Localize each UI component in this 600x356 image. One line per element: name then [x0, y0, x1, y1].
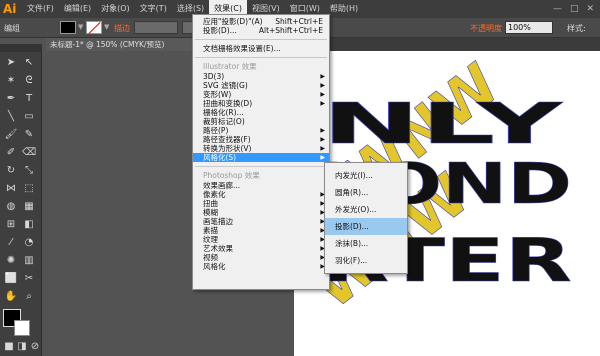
chevron-right-icon: ▶: [320, 136, 325, 143]
stylize-item[interactable]: 内发光(I)...: [325, 167, 407, 184]
photoshop-effect-item[interactable]: 视频 ▶: [193, 253, 329, 262]
chevron-right-icon: ▶: [320, 100, 325, 107]
selection-type-label: 编组: [4, 24, 20, 33]
chevron-right-icon: ▶: [320, 145, 325, 152]
photoshop-effect-item[interactable]: 效果画廊...: [193, 181, 329, 190]
photoshop-effect-item[interactable]: 风格化 ▶: [193, 262, 329, 271]
width-tool-icon[interactable]: ⋈: [4, 182, 18, 196]
slice-tool-icon[interactable]: ✂: [22, 272, 36, 286]
chevron-down-icon[interactable]: ▼: [104, 23, 109, 31]
line-tool-icon[interactable]: ╲: [4, 110, 18, 124]
photoshop-effect-item[interactable]: 素描 ▶: [193, 226, 329, 235]
color-mode-icon[interactable]: ■: [2, 340, 16, 354]
illustrator-logo: Ai: [3, 2, 17, 16]
photoshop-effect-item[interactable]: 像素化 ▶: [193, 190, 329, 199]
illustrator-effects-header: Illustrator 效果: [203, 62, 257, 71]
illustrator-effect-item[interactable]: 裁剪标记(O): [193, 117, 329, 126]
gradient-tool-icon[interactable]: ◧: [22, 218, 36, 232]
lasso-tool-icon[interactable]: ᘓ: [22, 74, 36, 88]
graph-tool-icon[interactable]: ▥: [22, 254, 36, 268]
chevron-right-icon: ▶: [320, 91, 325, 98]
fill-color-swatch[interactable]: [60, 21, 76, 34]
illustrator-effect-item[interactable]: 栅格化(R)...: [193, 108, 329, 117]
raster-settings-item[interactable]: 文档栅格效果设置(E)...: [193, 44, 329, 53]
text-line-1[interactable]: NLY: [322, 92, 566, 158]
selection-tool-icon[interactable]: ➤: [4, 56, 18, 70]
blob-brush-tool-icon[interactable]: ✐: [4, 146, 18, 160]
photoshop-effect-item[interactable]: 纹理 ▶: [193, 235, 329, 244]
illustrator-effect-item[interactable]: 扭曲和变换(D) ▶: [193, 99, 329, 108]
illustrator-effect-item[interactable]: 路径查找器(F) ▶: [193, 135, 329, 144]
magic-wand-tool-icon[interactable]: ✶: [4, 74, 18, 88]
artboard-tool-icon[interactable]: ⬜: [4, 272, 18, 286]
free-transform-tool-icon[interactable]: ⬚: [22, 182, 36, 196]
hand-tool-icon[interactable]: ✋: [4, 290, 18, 304]
pen-tool-icon[interactable]: ✒: [4, 92, 18, 106]
menu-file[interactable]: 文件(F): [22, 0, 59, 18]
illustrator-effect-item[interactable]: 3D(3) ▶: [193, 72, 329, 81]
style-label: 样式:: [567, 24, 586, 33]
zoom-tool-icon[interactable]: ⌕: [22, 290, 36, 304]
opacity-field[interactable]: 100%: [505, 21, 553, 34]
minimize-icon[interactable]: —: [553, 4, 562, 14]
rotate-tool-icon[interactable]: ↻: [4, 164, 18, 178]
panel-grip[interactable]: [0, 44, 42, 52]
mesh-tool-icon[interactable]: ⊞: [4, 218, 18, 232]
type-tool-icon[interactable]: T: [22, 92, 36, 106]
stroke-color-swatch[interactable]: [86, 21, 102, 34]
illustrator-effect-item[interactable]: 转换为形状(V) ▶: [193, 144, 329, 153]
photoshop-effect-item[interactable]: 艺术效果 ▶: [193, 244, 329, 253]
chevron-right-icon: ▶: [320, 154, 325, 161]
chevron-down-icon[interactable]: ▼: [78, 23, 83, 31]
chevron-right-icon: ▶: [320, 82, 325, 89]
stroke-color-box[interactable]: [14, 320, 30, 336]
window-controls: — □ ✕: [553, 4, 600, 14]
symbol-sprayer-tool-icon[interactable]: ✺: [4, 254, 18, 268]
illustrator-effect-item[interactable]: 变形(W) ▶: [193, 90, 329, 99]
eyedropper-tool-icon[interactable]: ⁄: [4, 236, 18, 250]
stroke-weight-field[interactable]: [134, 21, 178, 34]
paintbrush-tool-icon[interactable]: 🖌: [4, 128, 18, 142]
menu-help[interactable]: 帮助(H): [325, 0, 363, 18]
effect-menu: 应用"投影(D)"(A) Shift+Ctrl+E 投影(D)... Alt+Shi…: [192, 14, 330, 290]
close-icon[interactable]: ✕: [586, 4, 594, 14]
gradient-mode-icon[interactable]: ◨: [15, 340, 29, 354]
apply-last-effect-item[interactable]: 应用"投影(D)"(A) Shift+Ctrl+E: [193, 17, 329, 26]
menu-edit[interactable]: 编辑(E): [59, 0, 96, 18]
menu-object[interactable]: 对象(O): [96, 0, 135, 18]
illustrator-effect-item[interactable]: 路径(P) ▶: [193, 126, 329, 135]
maximize-icon[interactable]: □: [570, 4, 579, 14]
stylize-item[interactable]: 外发光(O)...: [325, 201, 407, 218]
last-effect-item[interactable]: 投影(D)... Alt+Shift+Ctrl+E: [193, 26, 329, 35]
shape-builder-tool-icon[interactable]: ◍: [4, 200, 18, 214]
tools-panel: ➤ ↖ ✶ ᘓ ✒ T ╲ ▭ 🖌 ✎ ✐ ⌫ ↻ ⤡ ⋈ ⬚ ◍ ▦ ⊞ ◧ …: [0, 44, 42, 356]
none-mode-icon[interactable]: ⊘: [28, 340, 42, 354]
stylize-item[interactable]: 涂抹(B)...: [325, 235, 407, 252]
photoshop-effect-item[interactable]: 模糊 ▶: [193, 208, 329, 217]
stylize-submenu: 内发光(I)... 圆角(R)... 外发光(O)... 投影(D)... 涂抹(B).…: [324, 162, 408, 274]
eraser-tool-icon[interactable]: ⌫: [22, 146, 36, 160]
pencil-tool-icon[interactable]: ✎: [22, 128, 36, 142]
illustrator-effect-item[interactable]: SVG 滤镜(G) ▶: [193, 81, 329, 90]
stylize-item[interactable]: 羽化(F)...: [325, 252, 407, 269]
direct-selection-tool-icon[interactable]: ↖: [22, 56, 36, 70]
blend-tool-icon[interactable]: ◔: [22, 236, 36, 250]
stylize-item[interactable]: 投影(D)...: [325, 218, 407, 235]
stroke-label[interactable]: 描边: [114, 23, 130, 34]
photoshop-effect-item[interactable]: 画笔描边 ▶: [193, 217, 329, 226]
photoshop-effect-item[interactable]: 扭曲 ▶: [193, 199, 329, 208]
chevron-right-icon: ▶: [320, 73, 325, 80]
scale-tool-icon[interactable]: ⤡: [22, 164, 36, 178]
menu-type[interactable]: 文字(T): [135, 0, 172, 18]
rectangle-tool-icon[interactable]: ▭: [22, 110, 36, 124]
chevron-right-icon: ▶: [320, 127, 325, 134]
photoshop-effects-header: Photoshop 效果: [203, 171, 260, 180]
stylize-item[interactable]: 圆角(R)...: [325, 184, 407, 201]
opacity-label[interactable]: 不透明度: [470, 23, 502, 34]
illustrator-effect-item[interactable]: 风格化(S) ▶: [193, 153, 329, 162]
perspective-grid-tool-icon[interactable]: ▦: [22, 200, 36, 214]
